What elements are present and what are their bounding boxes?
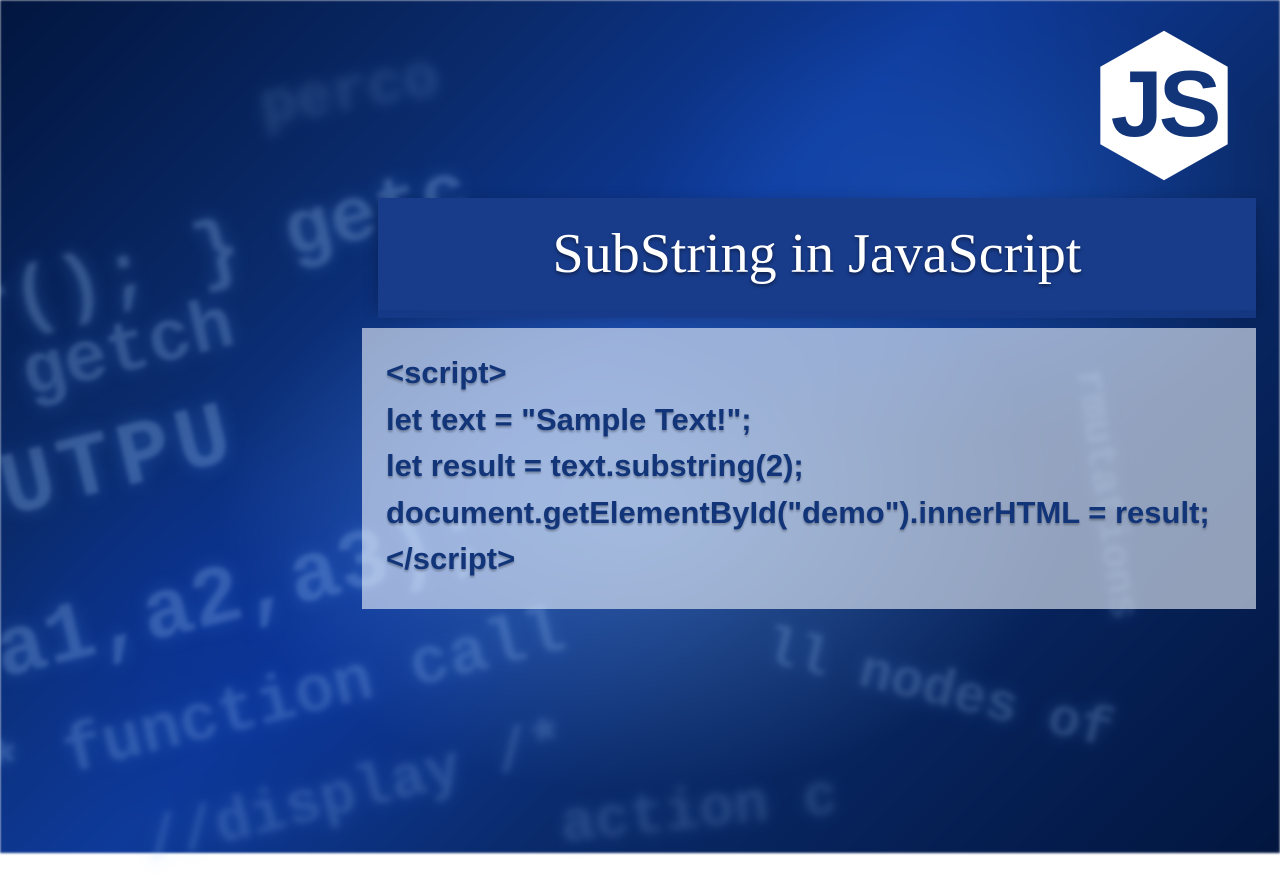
code-panel: <script> let text = "Sample Text!"; let … [362, 328, 1256, 609]
code-line: </script> [386, 541, 515, 576]
code-block: <script> let text = "Sample Text!"; let … [386, 350, 1232, 583]
code-line: document.getElementById("demo").innerHTM… [386, 495, 1210, 530]
code-line: <script> [386, 355, 507, 390]
title-underline [378, 310, 1256, 318]
code-line: let result = text.substring(2); [386, 448, 804, 483]
code-line: let text = "Sample Text!"; [386, 402, 752, 437]
page-title: SubString in JavaScript [553, 222, 1082, 286]
js-logo: JS [1094, 28, 1234, 183]
title-bar: SubString in JavaScript [378, 198, 1256, 310]
logo-text: JS [1111, 51, 1219, 156]
